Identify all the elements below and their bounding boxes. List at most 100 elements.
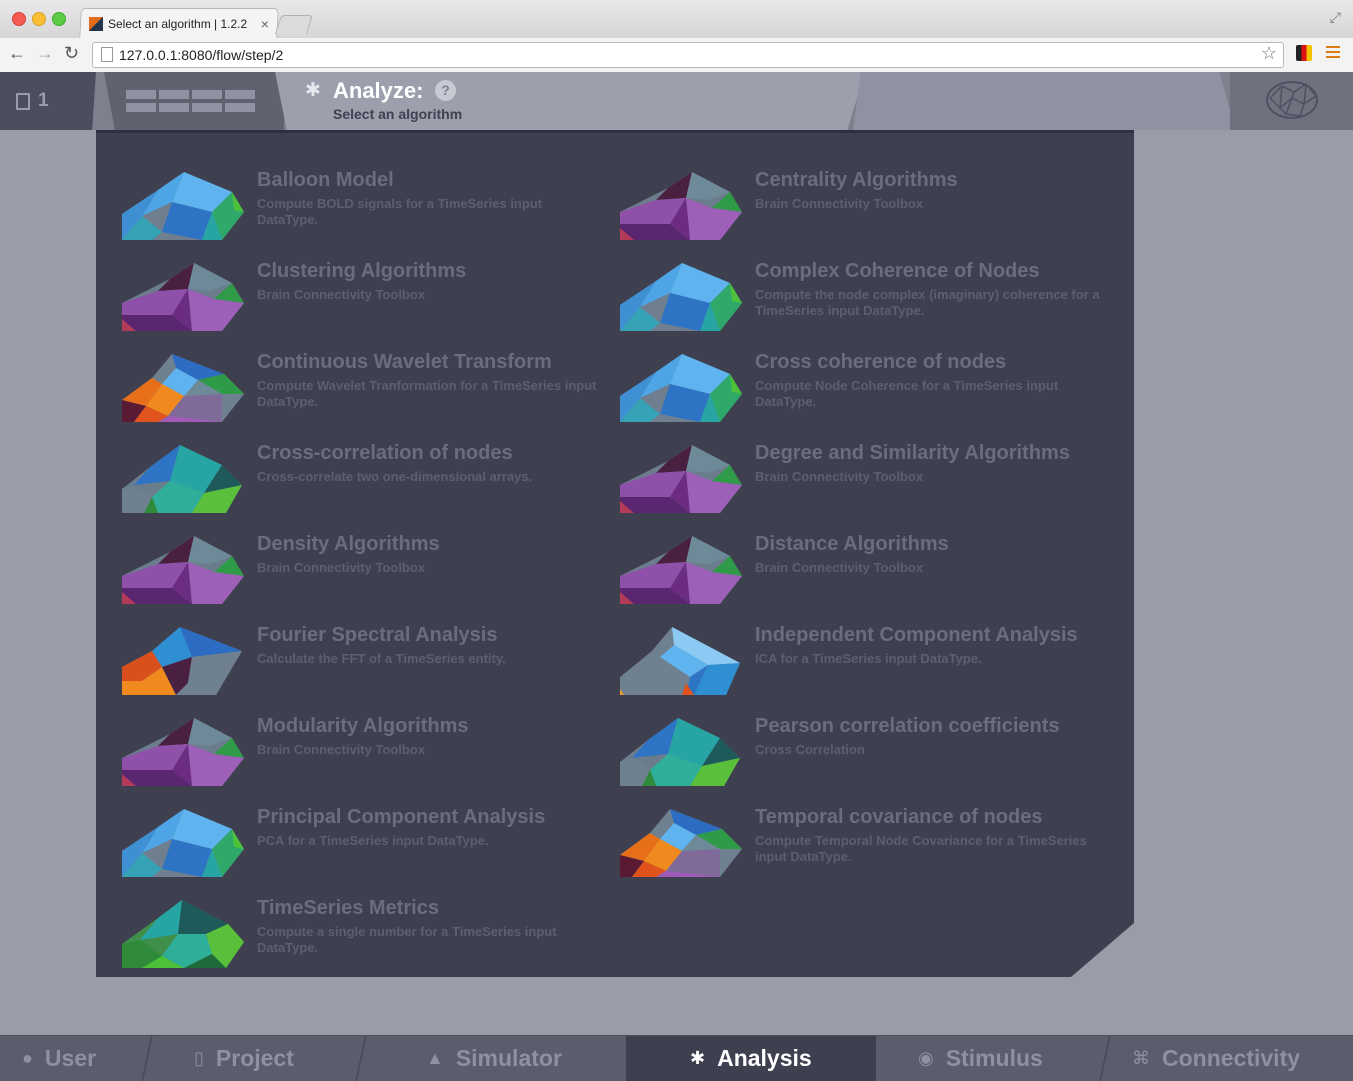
algorithm-title[interactable]: Balloon Model [257,169,394,192]
algorithm-card[interactable]: Pearson correlation coefficients Cross Co… [620,715,1100,798]
algorithm-card[interactable]: Degree and Similarity Algorithms Brain Co… [620,442,1100,525]
algorithm-thumbnail-icon[interactable] [122,445,244,513]
algorithm-thumbnail-icon[interactable] [122,718,244,786]
algorithm-card[interactable]: Temporal covariance of nodes Compute Temp… [620,806,1100,889]
algorithm-thumbnail-icon[interactable] [620,445,742,513]
algorithm-title[interactable]: Continuous Wavelet Transform [257,351,552,374]
grid-cell-icon [192,103,222,112]
algorithm-title[interactable]: Clustering Algorithms [257,260,466,283]
algorithm-card[interactable]: Independent Component Analysis ICA for a … [620,624,1100,707]
nav-label: Connectivity [1162,1045,1301,1071]
algorithm-card[interactable]: Clustering Algorithms Brain Connectivity … [122,260,602,343]
project-badge[interactable]: 1 [0,72,96,130]
algorithm-title[interactable]: Degree and Similarity Algorithms [755,442,1070,465]
tab-close-icon[interactable]: × [261,16,269,32]
nav-stimulus[interactable]: ◉ Stimulus [918,1036,1098,1081]
zoom-window-button[interactable] [52,12,66,26]
nav-analysis[interactable]: ✱ Analysis [626,1036,876,1081]
forward-arrow-icon[interactable]: → [36,43,54,64]
algorithm-title[interactable]: Density Algorithms [257,533,440,556]
nav-simulator[interactable]: ▲ Simulator [426,1036,616,1081]
nav-connectivity[interactable]: ⌘ Connectivity [1132,1036,1332,1081]
algorithm-title[interactable]: Centrality Algorithms [755,169,958,192]
algorithm-title[interactable]: Fourier Spectral Analysis [257,624,497,647]
algorithm-card[interactable]: Complex Coherence of Nodes Compute the no… [620,260,1100,343]
algorithm-description: Cross-correlate two one-dimensional arra… [257,469,533,484]
help-icon[interactable]: ? [435,80,456,101]
algorithm-description: Compute a single number for a TimeSeries… [257,924,557,955]
nav-user[interactable]: ● User [22,1036,142,1081]
close-window-button[interactable] [12,12,26,26]
algorithm-thumbnail-icon[interactable] [620,536,742,604]
algorithm-card[interactable]: Modularity Algorithms Brain Connectivity … [122,715,602,798]
grid-cell-icon [159,90,189,99]
algorithm-title[interactable]: Temporal covariance of nodes [755,806,1043,829]
algorithm-thumbnail-icon[interactable] [620,809,742,877]
algorithm-card[interactable]: Density Algorithms Brain Connectivity Too… [122,533,602,616]
algorithm-card[interactable]: Continuous Wavelet Transform Compute Wave… [122,351,602,434]
algorithm-thumbnail-icon[interactable] [620,718,742,786]
algorithm-card[interactable]: Fourier Spectral Analysis Calculate the F… [122,624,602,707]
algorithm-title[interactable]: Modularity Algorithms [257,715,468,738]
algorithm-thumbnail-icon[interactable] [122,627,244,695]
project-count: 1 [38,90,49,111]
algorithm-title[interactable]: TimeSeries Metrics [257,897,439,920]
algorithm-thumbnail-icon[interactable] [122,263,244,331]
algorithm-title[interactable]: Principal Component Analysis [257,806,545,829]
grid-cell-icon [126,103,156,112]
algorithm-thumbnail-icon[interactable] [122,809,244,877]
nav-project[interactable]: ▯ Project [194,1036,354,1081]
algorithm-title[interactable]: Distance Algorithms [755,533,949,556]
back-arrow-icon[interactable]: ← [8,43,26,64]
algorithm-thumbnail-icon[interactable] [620,627,742,695]
connectivity-icon: ⌘ [1132,1048,1150,1068]
algorithm-description: Brain Connectivity Toolbox [755,560,924,575]
reload-icon[interactable]: ↻ [64,43,79,64]
algorithm-thumbnail-icon[interactable] [122,536,244,604]
gear-icon: ✱ [690,1048,706,1068]
algorithm-card[interactable]: Principal Component Analysis PCA for a Ti… [122,806,602,889]
nav-label: User [44,1045,97,1071]
menu-icon[interactable] [1326,46,1340,61]
rocket-icon: ▲ [426,1048,444,1068]
nav-label: Analysis [717,1045,812,1071]
algorithm-title[interactable]: Complex Coherence of Nodes [755,260,1040,283]
grid-cell-icon [192,90,222,99]
grid-view-toggle[interactable] [104,72,284,130]
algorithm-title[interactable]: Cross coherence of nodes [755,351,1006,374]
algorithm-thumbnail-icon[interactable] [620,354,742,422]
algorithm-description: Brain Connectivity Toolbox [755,196,924,211]
algorithm-thumbnail-icon[interactable] [620,172,742,240]
algorithm-thumbnail-icon[interactable] [122,172,244,240]
algorithm-description: Calculate the FFT of a TimeSeries entity… [257,651,506,666]
algorithm-card[interactable]: Cross-correlation of nodes Cross-correlat… [122,442,602,525]
algorithm-card[interactable]: Centrality Algorithms Brain Connectivity … [620,169,1100,252]
algorithm-thumbnail-icon[interactable] [122,354,244,422]
algorithm-card[interactable]: Balloon Model Compute BOLD signals for a … [122,169,602,252]
algorithm-thumbnail-icon[interactable] [620,263,742,331]
algorithm-card[interactable]: Distance Algorithms Brain Connectivity To… [620,533,1100,616]
minimize-window-button[interactable] [32,12,46,26]
algorithm-description: Compute BOLD signals for a TimeSeries in… [257,196,543,227]
algorithm-description: Brain Connectivity Toolbox [257,742,426,757]
bookmark-star-icon[interactable]: ☆ [1261,43,1277,64]
extension-icon[interactable] [1296,45,1312,61]
grid-cell-icon [225,90,255,99]
url-text[interactable]: 127.0.0.1:8080/flow/step/2 [119,47,283,63]
algorithm-card[interactable]: TimeSeries Metrics Compute a single numbe… [122,897,602,980]
new-tab-button[interactable] [274,15,314,34]
grid-cell-icon [159,103,189,112]
algorithm-card[interactable]: Cross coherence of nodes Compute Node Coh… [620,351,1100,434]
algorithm-title[interactable]: Pearson correlation coefficients [755,715,1060,738]
address-bar[interactable]: 127.0.0.1:8080/flow/step/2 ☆ [92,42,1284,68]
page-title: Analyze: [333,78,424,103]
brain-logo-icon [1266,81,1318,119]
algorithm-title[interactable]: Independent Component Analysis [755,624,1078,647]
browser-tab[interactable]: Select an algorithm | 1.2.2 × [79,8,279,39]
algorithm-title[interactable]: Cross-correlation of nodes [257,442,513,465]
fullscreen-icon[interactable]: ⤢ [1330,9,1341,26]
nav-divider [141,1036,153,1081]
algorithm-description: Compute Temporal Node Covariance for a T… [755,833,1087,864]
algorithm-thumbnail-icon[interactable] [122,900,244,968]
algorithm-description: PCA for a TimeSeries input DataType. [257,833,489,848]
